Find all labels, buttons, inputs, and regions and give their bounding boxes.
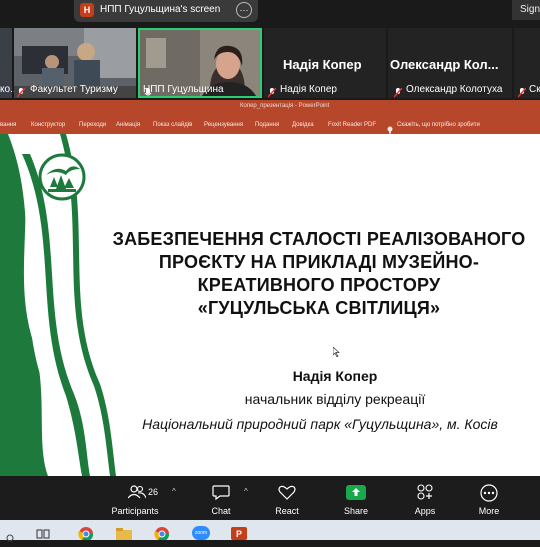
- chat-icon[interactable]: [212, 485, 230, 501]
- ribbon-tab-help[interactable]: Довідка: [292, 122, 314, 128]
- slide-title-line-1: ЗАБЕЗПЕЧЕННЯ СТАЛОСТІ РЕАЛІЗОВАНОГО: [112, 229, 526, 249]
- file-explorer-icon[interactable]: [116, 527, 132, 540]
- apps-icon[interactable]: [416, 484, 434, 501]
- ribbon-tab-foxit[interactable]: Foxit Reader PDF: [328, 122, 376, 128]
- slide-title-line-4: «ГУЦУЛЬСЬКА СВІТЛИЦЯ»: [197, 298, 441, 318]
- slide-organization: Національний природний парк «Гуцульщина»…: [142, 416, 498, 432]
- app-logo-icon: H: [80, 3, 94, 17]
- slide-title: ЗАБЕЗПЕЧЕННЯ СТАЛОСТІ РЕАЛІЗОВАНОГО ПРОЄ…: [100, 228, 538, 320]
- participant-name-faculty: Факультет Туризму: [30, 84, 118, 95]
- react-button[interactable]: React: [270, 506, 304, 516]
- more-button[interactable]: More: [472, 506, 506, 516]
- powerpoint-title: Копер_презентація - PowerPoint: [240, 103, 330, 109]
- participant-display-oleksandr: Олександр Кол...: [390, 57, 499, 72]
- ribbon-tab-design[interactable]: Конструктор: [31, 122, 65, 128]
- slide-author: Надія Копер: [292, 368, 378, 384]
- react-heart-icon[interactable]: [278, 485, 296, 500]
- share-title: НПП Гуцульщина's screen: [100, 4, 221, 15]
- zoom-app-label: zoom: [194, 530, 208, 536]
- search-icon[interactable]: [6, 529, 16, 542]
- mic-muted-icon: [393, 85, 403, 98]
- chat-button[interactable]: Chat: [204, 506, 238, 516]
- chrome-icon[interactable]: [78, 526, 94, 542]
- zoom-app-icon[interactable]: zoom: [192, 526, 210, 540]
- ribbon-tab-slideshow[interactable]: Показ слайдів: [153, 122, 192, 128]
- participant-display-nadiia: Надія Копер: [283, 57, 362, 72]
- ribbon-tab-animation[interactable]: Анімація: [116, 122, 140, 128]
- mic-muted-icon: [16, 85, 26, 98]
- participants-icon[interactable]: [127, 485, 147, 499]
- ribbon-tab-review[interactable]: Рецензування: [204, 122, 243, 128]
- ribbon-tab[interactable]: вання: [0, 122, 16, 128]
- task-view-icon[interactable]: [36, 527, 50, 539]
- more-icon[interactable]: [480, 484, 498, 502]
- slide-title-line-2: ПРОЄКТУ НА ПРИКЛАДІ МУЗЕЙНО-: [158, 252, 480, 272]
- share-screen-icon[interactable]: [346, 485, 366, 500]
- participant-name-oleksandr: Олександр Колотуха: [406, 84, 503, 95]
- sign-button[interactable]: Sign: [512, 0, 540, 20]
- chrome-profile-icon[interactable]: [154, 526, 170, 542]
- participant-name-partial-right: Ск: [529, 84, 540, 95]
- svg-text:P: P: [236, 529, 242, 539]
- share-button[interactable]: Share: [338, 506, 374, 516]
- lightbulb-icon: [386, 121, 394, 134]
- slide-title-line-3: КРЕАТИВНОГО ПРОСТОРУ: [197, 275, 441, 295]
- participant-name-npp: НПП Гуцульщина: [143, 84, 224, 95]
- park-logo-icon: [38, 153, 86, 201]
- mouse-cursor-icon: [332, 344, 340, 358]
- apps-button[interactable]: Apps: [408, 506, 442, 516]
- participants-caret-icon[interactable]: ^: [172, 487, 176, 496]
- tell-me-search[interactable]: Скажіть, що потрібно зробити: [397, 122, 480, 128]
- participants-button[interactable]: Participants: [106, 506, 164, 516]
- powerpoint-app-icon[interactable]: P: [231, 526, 247, 540]
- mic-muted-icon: [517, 85, 527, 98]
- participant-name-nadiia: Надія Копер: [280, 84, 337, 95]
- chat-caret-icon[interactable]: ^: [244, 487, 248, 496]
- participants-count: 26: [148, 487, 159, 497]
- share-options-icon[interactable]: ···: [236, 2, 252, 18]
- ribbon-tab-view[interactable]: Подання: [255, 122, 279, 128]
- mic-muted-icon: [267, 85, 277, 98]
- slide-author-position: начальник відділу рекреації: [244, 391, 426, 407]
- ribbon-tab-transitions[interactable]: Переходи: [79, 122, 106, 128]
